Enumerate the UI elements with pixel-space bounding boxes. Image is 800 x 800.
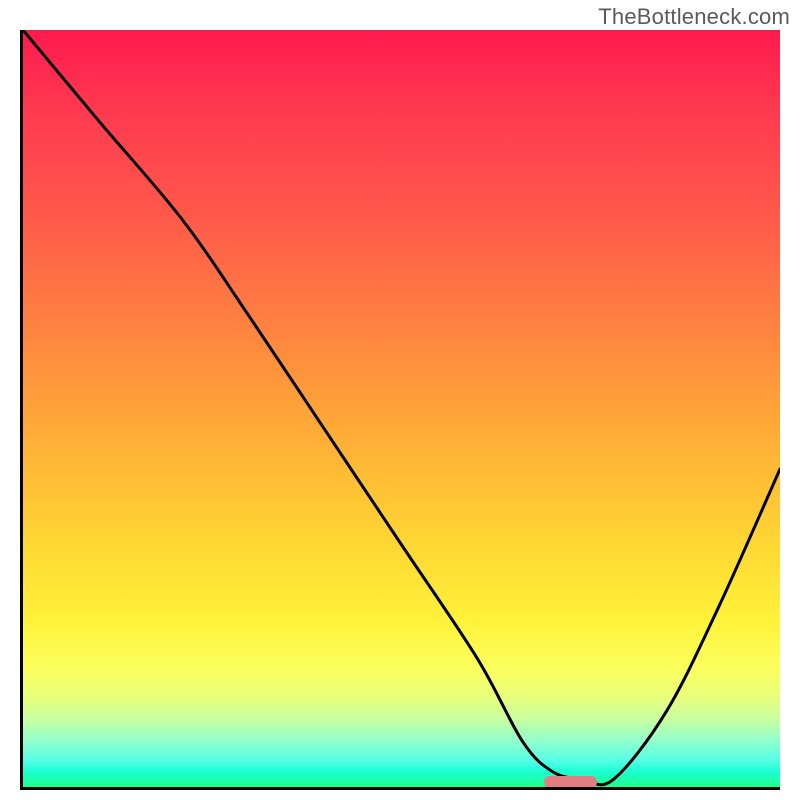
chart-container: TheBottleneck.com <box>0 0 800 800</box>
optimal-marker <box>544 776 597 788</box>
plot-area <box>20 30 780 790</box>
watermark-text: TheBottleneck.com <box>598 4 790 30</box>
bottleneck-curve <box>23 30 780 787</box>
